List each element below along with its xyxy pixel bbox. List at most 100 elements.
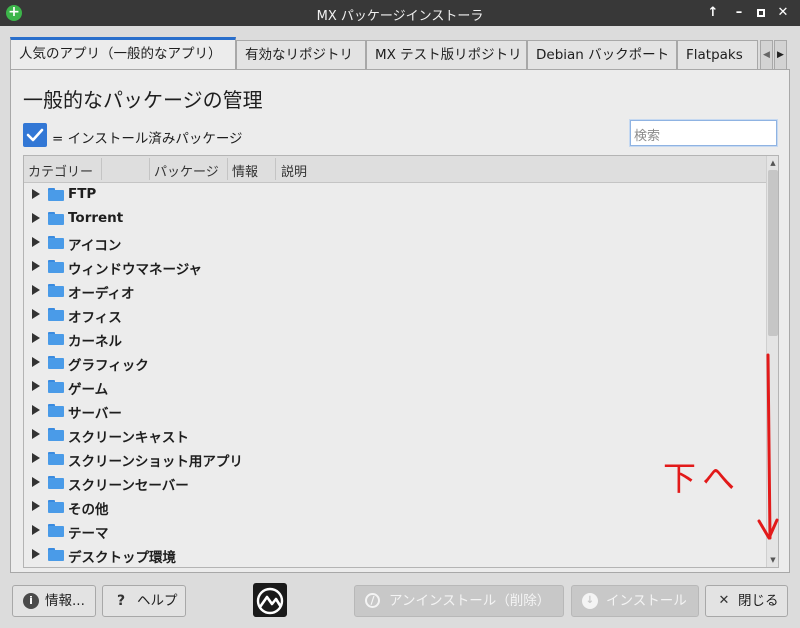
category-label: グラフィック xyxy=(68,358,149,374)
expand-arrow-icon[interactable] xyxy=(32,189,40,199)
folder-icon xyxy=(48,308,64,321)
help-button-label: ヘルプ xyxy=(137,593,178,609)
folder-icon xyxy=(48,284,64,297)
tab-debian-backports[interactable]: Debian バックポート xyxy=(527,40,677,70)
tree-row[interactable]: その他 xyxy=(24,495,766,519)
uninstall-button[interactable]: / アンインストール（削除） xyxy=(354,585,564,617)
tree-header: カテゴリー パッケージ 情報 説明 xyxy=(24,156,766,183)
folder-icon xyxy=(48,332,64,345)
question-mark-icon: ? xyxy=(116,593,126,609)
tab-mx-test-repo[interactable]: MX テスト版リポジトリ xyxy=(366,40,527,70)
expand-arrow-icon[interactable] xyxy=(32,213,40,223)
folder-icon xyxy=(48,500,64,513)
tree-row[interactable]: デスクトップ環境 xyxy=(24,543,766,567)
main-window: 人気のアプリ（一般的なアプリ） 有効なリポジトリ MX テスト版リポジトリ De… xyxy=(0,26,800,628)
title-bar: + MX パッケージインストーラ ↑ – ✕ xyxy=(0,0,800,26)
expand-arrow-icon[interactable] xyxy=(32,453,40,463)
installed-check-icon xyxy=(23,123,47,147)
column-category[interactable]: カテゴリー xyxy=(28,161,93,180)
keep-above-icon[interactable]: ↑ xyxy=(704,4,722,22)
tree-row[interactable]: サーバー xyxy=(24,399,766,423)
expand-arrow-icon[interactable] xyxy=(32,381,40,391)
minimize-icon[interactable]: – xyxy=(730,4,748,22)
maximize-icon[interactable] xyxy=(752,4,770,22)
uninstall-button-label: アンインストール（削除） xyxy=(389,593,551,609)
tree-row[interactable]: グラフィック xyxy=(24,351,766,375)
close-button-label: 閉じる xyxy=(738,593,779,609)
tab-scroll-right-icon[interactable]: ▶ xyxy=(774,40,787,70)
tree-row[interactable]: オフィス xyxy=(24,303,766,327)
category-label: サーバー xyxy=(68,406,122,422)
category-label: その他 xyxy=(68,502,109,518)
folder-icon xyxy=(48,380,64,393)
tree-row[interactable]: オーディオ xyxy=(24,279,766,303)
tree-row[interactable]: ウィンドウマネージャ xyxy=(24,255,766,279)
folder-icon xyxy=(48,548,64,561)
close-x-icon: ✕ xyxy=(718,593,730,608)
install-button[interactable]: ↓ インストール xyxy=(571,585,699,617)
category-label: スクリーンキャスト xyxy=(68,430,189,446)
category-label: オーディオ xyxy=(68,286,135,302)
tab-enabled-repos[interactable]: 有効なリポジトリ xyxy=(236,40,366,70)
folder-icon xyxy=(48,524,64,537)
category-label: ウィンドウマネージャ xyxy=(68,262,203,278)
tree-row[interactable]: Torrent xyxy=(24,207,766,231)
download-icon: ↓ xyxy=(582,593,598,609)
tree-row[interactable]: スクリーンキャスト xyxy=(24,423,766,447)
expand-arrow-icon[interactable] xyxy=(32,405,40,415)
tree-scrollbar[interactable]: ▲ ▼ xyxy=(766,156,778,567)
expand-arrow-icon[interactable] xyxy=(32,333,40,343)
scroll-down-icon[interactable]: ▼ xyxy=(767,553,778,567)
expand-arrow-icon[interactable] xyxy=(32,429,40,439)
expand-arrow-icon[interactable] xyxy=(32,285,40,295)
close-window-icon[interactable]: ✕ xyxy=(774,4,792,22)
expand-arrow-icon[interactable] xyxy=(32,525,40,535)
expand-arrow-icon[interactable] xyxy=(32,501,40,511)
category-label: オフィス xyxy=(68,310,122,326)
category-label: FTP xyxy=(68,186,97,202)
mx-logo-icon xyxy=(253,583,287,617)
tab-popular-apps[interactable]: 人気のアプリ（一般的なアプリ） xyxy=(10,37,236,70)
scroll-up-icon[interactable]: ▲ xyxy=(767,156,778,170)
expand-arrow-icon[interactable] xyxy=(32,477,40,487)
category-label: Torrent xyxy=(68,210,124,226)
category-label: テーマ xyxy=(68,526,109,542)
column-package[interactable]: パッケージ xyxy=(154,161,219,180)
column-info[interactable]: 情報 xyxy=(232,161,258,180)
column-separator xyxy=(227,158,228,180)
tree-row[interactable]: ゲーム xyxy=(24,375,766,399)
search-input[interactable]: 検索 xyxy=(630,120,777,146)
about-button[interactable]: i 情報... xyxy=(12,585,96,617)
folder-icon xyxy=(48,404,64,417)
folder-icon xyxy=(48,260,64,273)
expand-arrow-icon[interactable] xyxy=(32,309,40,319)
help-button[interactable]: ? ヘルプ xyxy=(102,585,186,617)
tree-row[interactable]: テーマ xyxy=(24,519,766,543)
tab-panel: 一般的なパッケージの管理 = インストール済みパッケージ 検索 カテゴリー パッ… xyxy=(10,69,790,573)
expand-arrow-icon[interactable] xyxy=(32,261,40,271)
scrollbar-thumb[interactable] xyxy=(768,170,778,336)
install-button-label: インストール xyxy=(606,593,687,609)
category-label: カーネル xyxy=(68,334,122,350)
tree-row[interactable]: スクリーンショット用アプリ xyxy=(24,447,766,471)
expand-arrow-icon[interactable] xyxy=(32,357,40,367)
expand-arrow-icon[interactable] xyxy=(32,237,40,247)
folder-icon xyxy=(48,452,64,465)
category-label: ゲーム xyxy=(68,382,109,398)
page-title: 一般的なパッケージの管理 xyxy=(23,88,263,112)
tree-row[interactable]: スクリーンセーバー xyxy=(24,471,766,495)
category-tree: カテゴリー パッケージ 情報 説明 FTP Torrent アイコンウィンドウマネー… xyxy=(23,155,779,568)
close-button[interactable]: ✕ 閉じる xyxy=(705,585,788,617)
category-label: スクリーンセーバー xyxy=(68,478,189,494)
tab-scroll-left-icon[interactable]: ◀ xyxy=(760,40,773,70)
category-label: スクリーンショット用アプリ xyxy=(68,454,243,470)
tab-flatpaks[interactable]: Flatpaks xyxy=(677,40,758,70)
column-description[interactable]: 説明 xyxy=(281,161,307,180)
expand-arrow-icon[interactable] xyxy=(32,549,40,559)
folder-icon xyxy=(48,476,64,489)
tree-row[interactable]: FTP xyxy=(24,183,766,207)
tree-row[interactable]: カーネル xyxy=(24,327,766,351)
category-label: デスクトップ環境 xyxy=(68,550,176,566)
tree-row[interactable]: アイコン xyxy=(24,231,766,255)
window-title: MX パッケージインストーラ xyxy=(316,9,484,24)
